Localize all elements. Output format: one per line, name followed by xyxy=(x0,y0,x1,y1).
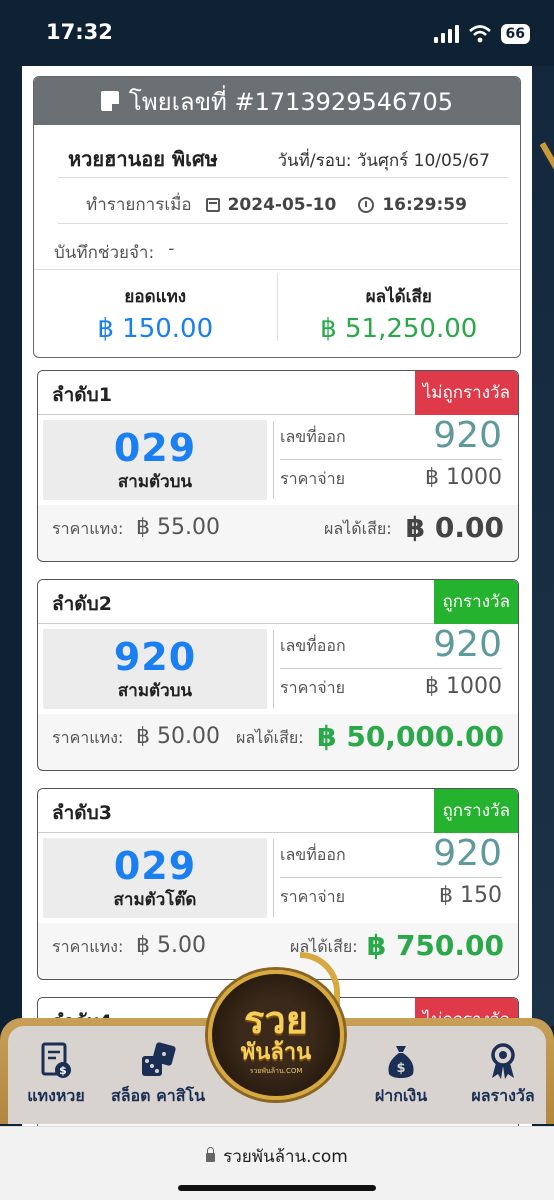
bill-summary-card: โพยเลขที่ #1713929546705 หวยฮานอย พิเศษ … xyxy=(33,76,521,358)
totals-row: ยอดแทง ฿ 150.00 ผลได้เสีย ฿ 51,250.00 xyxy=(34,273,521,344)
round-date: วันที่/รอบ: วันศุกร์ 10/05/67 xyxy=(277,151,491,171)
url-text: รวยพันล้าน.com xyxy=(223,1147,348,1167)
divider xyxy=(58,223,508,224)
bet-order: ลำดับ2 xyxy=(52,593,112,615)
payout-rate: ฿ 1000 xyxy=(425,674,502,699)
stake-label: ราคาแทง: xyxy=(52,728,124,747)
total-result: ผลได้เสีย ฿ 51,250.00 xyxy=(276,273,521,344)
home-indicator[interactable] xyxy=(178,1185,376,1191)
bet-number: 029 xyxy=(113,426,197,470)
payout-label: ราคาจ่าย xyxy=(280,469,345,488)
divider xyxy=(58,177,508,178)
nav-item-results[interactable]: ผลรางวัล xyxy=(458,1042,548,1109)
memo-label: บันทึกช่วยจำ: xyxy=(54,243,155,263)
nav-item-slots-casino[interactable]: สล็อต คาสิโน xyxy=(102,1042,214,1109)
drawn-label: เลขที่ออก xyxy=(280,427,346,446)
logo-text: รวย xyxy=(243,998,308,1042)
bill-header: โพยเลขที่ #1713929546705 xyxy=(34,77,520,125)
result-value: ฿ 50,000.00 xyxy=(317,720,504,753)
dice-icon xyxy=(142,1042,176,1076)
total-bet-value: ฿ 150.00 xyxy=(97,314,214,344)
drawn-number: 920 xyxy=(433,624,502,665)
bet-type: สามตัวบน xyxy=(117,681,193,701)
lottery-name: หวยฮานอย พิเศษ xyxy=(68,147,218,171)
result-label: ผลได้เสีย: xyxy=(324,519,392,538)
memo-value: - xyxy=(168,239,175,259)
status-time: 17:32 xyxy=(46,20,113,44)
stake-label: ราคาแทง: xyxy=(52,519,124,538)
divider xyxy=(34,269,520,270)
status-badge: ถูกรางวัล xyxy=(434,789,518,833)
transaction-time: 16:29:59 xyxy=(382,194,467,215)
drawn-label: เลขที่ออก xyxy=(280,636,346,655)
bet-card: ลำดับ1 ไม่ถูกรางวัล 029 สามตัวบน เลขที่อ… xyxy=(37,370,519,562)
payout-rate: ฿ 150 xyxy=(439,883,502,908)
status-icons: 66 xyxy=(433,24,530,44)
bet-card: ลำดับ3 ถูกรางวัล 029 สามตัวโต๊ด เลขที่ออ… xyxy=(37,788,519,980)
bet-order: ลำดับ1 xyxy=(52,384,112,406)
result-label: ผลได้เสีย: xyxy=(236,728,304,747)
payout-rate: ฿ 1000 xyxy=(425,465,502,490)
brand-logo[interactable]: รวย พันล้าน รวยพันล้าน.COM xyxy=(208,970,344,1100)
bet-number: 029 xyxy=(113,844,197,888)
result-value: ฿ 0.00 xyxy=(405,511,504,544)
browser-url-bar: รวยพันล้าน.com xyxy=(0,1126,554,1200)
stake-value: ฿ 5.00 xyxy=(136,933,206,958)
svg-text:$: $ xyxy=(59,1064,67,1077)
drawn-label: เลขที่ออก xyxy=(280,845,346,864)
lottery-ticket-icon: $ xyxy=(41,1042,71,1078)
battery-icon: 66 xyxy=(500,24,530,44)
calendar-icon xyxy=(205,197,220,212)
cellular-signal-icon xyxy=(433,25,459,43)
nav-label: สล็อต คาสิโน xyxy=(110,1086,206,1105)
bill-page: โพยเลขที่ #1713929546705 หวยฮานอย พิเศษ … xyxy=(22,66,532,1126)
total-result-label: ผลได้เสีย xyxy=(365,287,432,307)
transaction-date: 2024-05-10 xyxy=(227,194,337,215)
bill-title: โพยเลขที่ #1713929546705 xyxy=(128,87,454,116)
clock-icon xyxy=(358,196,375,213)
url-field[interactable]: รวยพันล้าน.com xyxy=(0,1143,554,1170)
bet-number: 920 xyxy=(113,635,197,679)
money-bag-icon: $ xyxy=(388,1046,414,1078)
total-bet: ยอดแทง ฿ 150.00 xyxy=(34,273,277,344)
status-badge: ถูกรางวัล xyxy=(434,580,518,624)
bet-type: สามตัวโต๊ด xyxy=(113,890,197,910)
bet-type: สามตัวบน xyxy=(117,472,193,492)
status-bar: 17:32 66 xyxy=(0,0,554,66)
award-ribbon-icon xyxy=(491,1043,515,1079)
bet-number-box: 029 สามตัวบน xyxy=(43,420,267,500)
drawn-number: 920 xyxy=(433,833,502,874)
payout-label: ราคาจ่าย xyxy=(280,678,345,697)
payout-label: ราคาจ่าย xyxy=(280,887,345,906)
result-value: ฿ 750.00 xyxy=(366,929,504,962)
bet-number-box: 029 สามตัวโต๊ด xyxy=(43,838,267,918)
document-icon xyxy=(100,91,119,111)
stake-value: ฿ 55.00 xyxy=(136,515,220,540)
total-result-value: ฿ 51,250.00 xyxy=(320,314,478,344)
nav-label: แทงหวย xyxy=(27,1086,85,1105)
bet-card: ลำดับ2 ถูกรางวัล 920 สามตัวบน เลขที่ออก … xyxy=(37,579,519,771)
stake-value: ฿ 50.00 xyxy=(136,724,220,749)
nav-label: ฝากเงิน xyxy=(374,1086,428,1105)
nav-item-lottery[interactable]: $ แทงหวย xyxy=(18,1042,94,1109)
drawn-number: 920 xyxy=(433,415,502,456)
bet-number-box: 920 สามตัวบน xyxy=(43,629,267,709)
lock-icon xyxy=(206,1147,216,1162)
svg-text:$: $ xyxy=(396,1061,405,1076)
bet-order: ลำดับ3 xyxy=(52,802,112,824)
stake-label: ราคาแทง: xyxy=(52,937,124,956)
status-badge: ไม่ถูกรางวัล xyxy=(414,371,518,415)
nav-label: ผลรางวัล xyxy=(471,1086,535,1105)
wifi-icon xyxy=(468,25,491,43)
total-bet-label: ยอดแทง xyxy=(124,287,187,307)
logo-text: พันล้าน xyxy=(240,1040,312,1065)
transaction-label: ทำรายการเมื่อ xyxy=(86,195,192,215)
logo-small-text: รวยพันล้าน.COM xyxy=(249,1067,303,1075)
nav-item-deposit[interactable]: $ ฝากเงิน xyxy=(356,1042,446,1109)
